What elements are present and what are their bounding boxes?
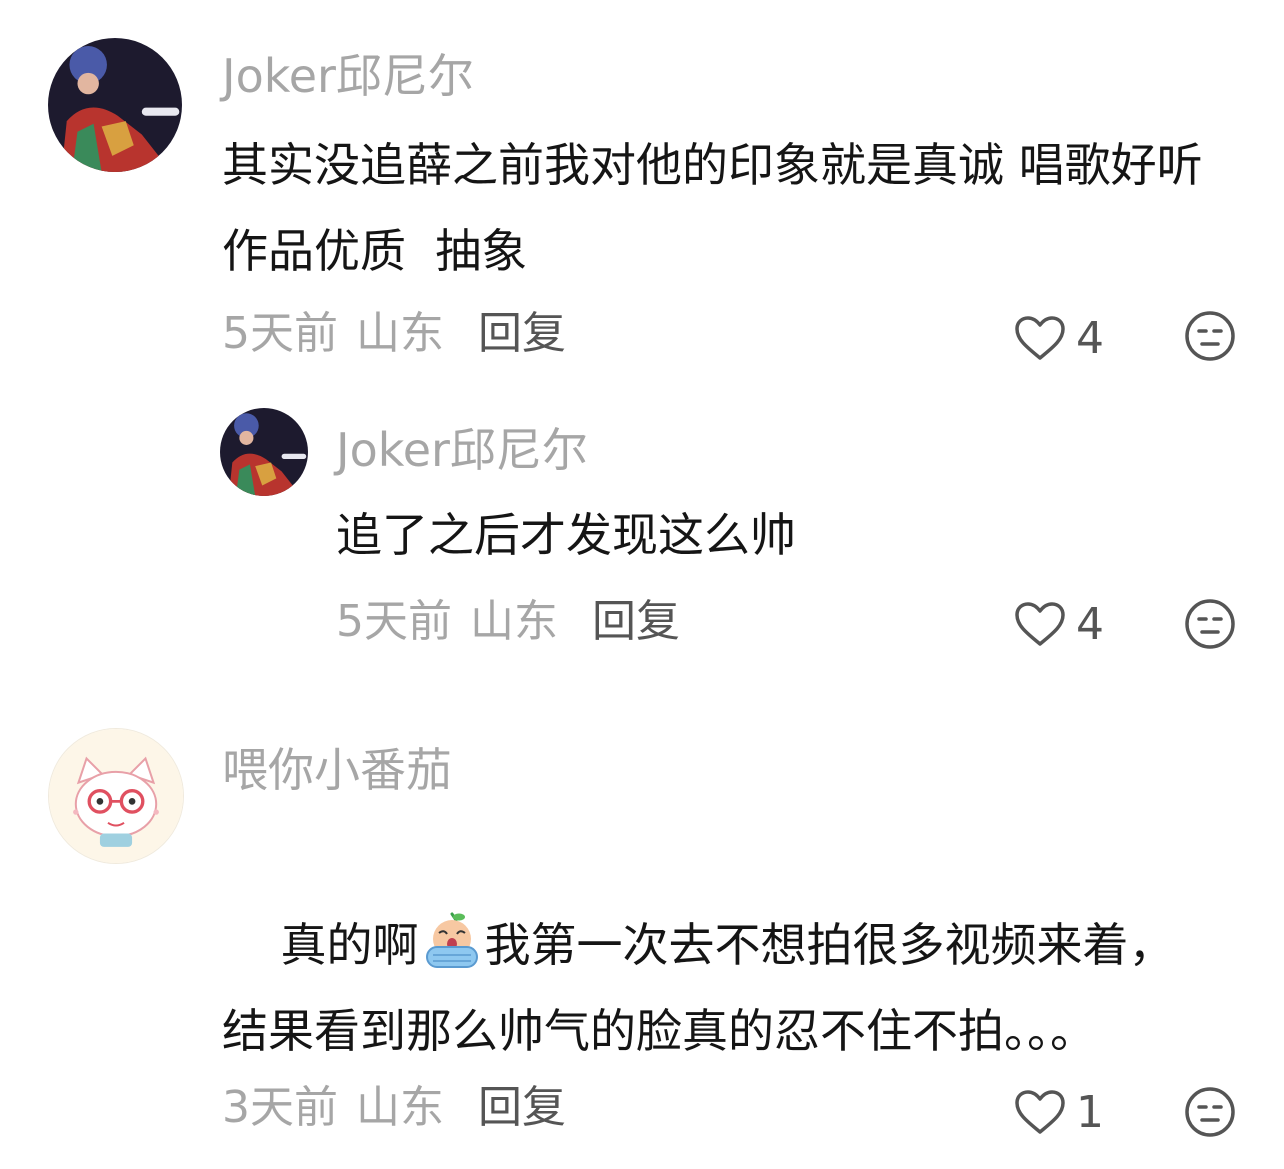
user-avatar[interactable]: [48, 38, 182, 172]
comment-text-part: 真的啊: [280, 918, 419, 972]
comment-meta: 5天前 山东 回复: [336, 594, 680, 650]
crying-face-emoji-icon: [421, 909, 483, 971]
comment-text: 其实没追薛之前我对他的印象就是真诚 唱歌好听 作品优质 抽象: [222, 138, 1232, 278]
reply-comment-item: Joker邱尼尔 追了之后才发现这么帅 5天前 山东 回复 4: [0, 380, 1284, 680]
comment-text: 追了之后才发现这么帅: [336, 508, 796, 562]
comment-item: Joker邱尼尔 其实没追薛之前我对他的印象就是真诚 唱歌好听 作品优质 抽象 …: [0, 0, 1284, 380]
dislike-button[interactable]: [1184, 310, 1236, 362]
comment-location: 山东: [470, 596, 558, 647]
reply-button[interactable]: 回复: [592, 596, 680, 647]
heart-outline-icon: [1015, 1090, 1065, 1134]
meh-face-icon: [1185, 1087, 1235, 1137]
comment-username[interactable]: 喂你小番茄: [222, 742, 452, 798]
like-count: 4: [1076, 312, 1104, 364]
comment-username[interactable]: Joker邱尼尔: [222, 48, 474, 104]
like-button[interactable]: 4: [1014, 596, 1104, 652]
comment-location: 山东: [356, 1082, 444, 1133]
comment-item: 喂你小番茄 真的啊 我第一次去不想拍很多视频来着，结果看到那么帅气的脸真的忍不住…: [0, 720, 1284, 1169]
dislike-button[interactable]: [1184, 598, 1236, 650]
like-button[interactable]: 4: [1014, 310, 1104, 366]
comment-location: 山东: [356, 308, 444, 359]
comment-meta: 5天前 山东 回复: [222, 306, 566, 362]
reply-button[interactable]: 回复: [478, 308, 566, 359]
comment-time: 5天前: [336, 596, 452, 647]
comment-meta: 3天前 山东 回复: [222, 1080, 566, 1136]
performer-photo-avatar-icon: [220, 408, 308, 496]
reply-button[interactable]: 回复: [478, 1082, 566, 1133]
like-count: 1: [1076, 1086, 1104, 1138]
heart-outline-icon: [1015, 602, 1065, 646]
heart-outline-icon: [1015, 316, 1065, 360]
meh-face-icon: [1185, 599, 1235, 649]
meh-face-icon: [1185, 311, 1235, 361]
user-avatar[interactable]: [220, 408, 308, 496]
user-avatar[interactable]: [48, 728, 184, 864]
like-button[interactable]: 1: [1014, 1084, 1104, 1140]
cartoon-cat-avatar-icon: [49, 729, 183, 863]
dislike-button[interactable]: [1184, 1086, 1236, 1138]
comment-username[interactable]: Joker邱尼尔: [336, 422, 588, 478]
comment-time: 5天前: [222, 308, 338, 359]
performer-photo-avatar-icon: [48, 38, 182, 172]
like-count: 4: [1076, 598, 1104, 650]
comment-time: 3天前: [222, 1082, 338, 1133]
